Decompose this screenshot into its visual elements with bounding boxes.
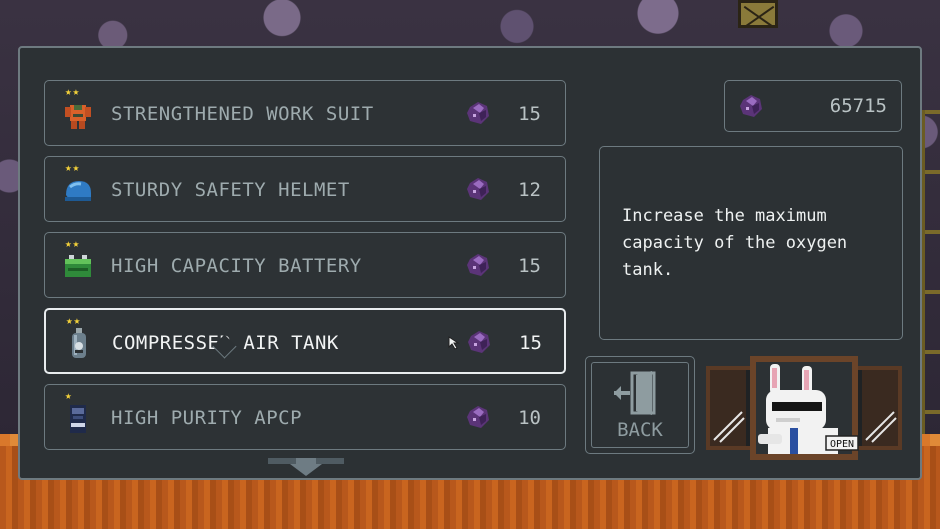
star-rating: ★★ [65,161,81,174]
list-item-work-suit[interactable]: ★★ STRENGTHENED WORK SUIT 15 [44,80,566,146]
item-price: 15 [518,103,541,125]
battery-icon [65,255,91,277]
item-name: HIGH CAPACITY BATTERY [111,255,362,277]
shop-panel: ★★ STRENGTHENED WORK SUIT 15 ★★ STURDY S… [18,46,922,480]
item-price: 10 [518,407,541,429]
work-suit-icon [65,105,91,129]
currency-amount: 65715 [829,95,887,117]
apcp-fuel-icon [70,405,86,433]
star-rating: ★★ [66,314,82,327]
star-rating: ★★ [65,237,81,250]
item-name: HIGH PURITY APCP [111,407,303,429]
item-price: 15 [519,332,542,354]
purple-gem-icon [467,254,489,276]
purple-gem-icon [467,102,489,124]
item-name: STURDY SAFETY HELMET [111,179,350,201]
item-price: 15 [518,255,541,277]
purple-gem-icon [740,95,762,117]
purple-gem-icon [467,178,489,200]
mouse-cursor-icon [448,336,460,350]
list-item-helmet[interactable]: ★★ STURDY SAFETY HELMET 12 [44,156,566,222]
background-crate [738,0,778,28]
air-tank-icon [72,328,86,358]
purple-gem-icon [467,406,489,428]
background-scaffold [922,110,940,440]
star-rating: ★★ [65,85,81,98]
back-button[interactable]: BACK [585,356,695,454]
star-rating: ★ [65,389,73,402]
item-name: STRENGTHENED WORK SUIT [111,103,374,125]
scroll-down-arrow-icon[interactable] [268,458,344,478]
list-item-battery[interactable]: ★★ HIGH CAPACITY BATTERY 15 [44,232,566,298]
shopkeeper-window: OPEN [706,356,902,460]
back-button-label: BACK [617,419,663,441]
purple-gem-icon [468,331,490,353]
currency-display: 65715 [724,80,902,132]
description-bubble: Increase the maximum capacity of the oxy… [599,146,903,340]
helmet-icon [65,181,91,201]
open-sign: OPEN [830,439,854,450]
list-item-air-tank[interactable]: ★★ COMPRESSED AIR TANK 15 [44,308,566,374]
list-item-apcp[interactable]: ★ HIGH PURITY APCP 10 [44,384,566,450]
exit-door-icon [614,371,656,415]
item-price: 12 [518,179,541,201]
item-description: Increase the maximum capacity of the oxy… [622,206,848,280]
